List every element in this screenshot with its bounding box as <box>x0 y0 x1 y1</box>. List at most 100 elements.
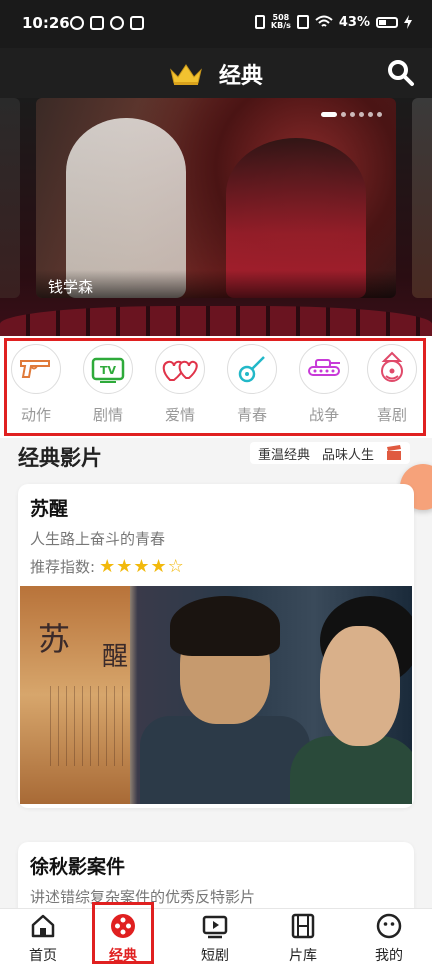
vibrate-icon <box>254 15 265 29</box>
nav-library[interactable]: 片库 <box>268 913 338 964</box>
nav-highlight-box <box>92 902 154 964</box>
star-filled-icon: ★ <box>116 555 133 577</box>
movie-title: 苏醒 <box>30 498 69 520</box>
category-row: 动作 TV 剧情 爱情 青春 战争 喜剧 <box>0 336 432 438</box>
banner-slide[interactable]: 钱学森 <box>36 98 396 298</box>
net-speed-unit: KB/s <box>270 21 291 30</box>
nav-home[interactable]: 首页 <box>8 913 78 964</box>
nav-label: 首页 <box>29 948 57 964</box>
status-bar: 10:26 508 KB/s 43% <box>0 0 432 48</box>
poster-figure-face <box>320 626 400 746</box>
category-comedy[interactable]: 喜剧 <box>362 344 422 425</box>
category-action[interactable]: 动作 <box>6 344 66 425</box>
poster-figure-body <box>140 716 310 804</box>
page-title: 经典 <box>218 64 263 89</box>
category-romance[interactable]: 爱情 <box>150 344 210 425</box>
movie-title: 徐秋影案件 <box>30 856 126 878</box>
wifi-icon <box>315 15 333 27</box>
star-filled-icon: ★ <box>99 555 116 577</box>
carousel-dot <box>321 112 337 117</box>
banner-carousel[interactable]: 钱学森 <box>0 98 432 336</box>
star-filled-icon: ★ <box>150 555 167 577</box>
video-icon <box>130 16 144 30</box>
banner-caption: 钱学森 <box>36 270 396 298</box>
category-icon-circle <box>11 344 61 394</box>
banner-next-slide[interactable] <box>412 98 432 298</box>
movie-subtitle: 人生路上奋斗的青春 <box>30 530 166 548</box>
sim-icon <box>296 15 309 29</box>
battery-icon <box>376 16 398 28</box>
category-label: 青春 <box>236 406 267 424</box>
carousel-dot <box>350 112 355 117</box>
category-label: 喜剧 <box>376 406 407 424</box>
bottom-navigation: 首页 经典 短剧 片库 我的 <box>0 908 432 964</box>
category-icon-circle: TV <box>83 344 133 394</box>
category-drama[interactable]: TV 剧情 <box>78 344 138 425</box>
home-icon <box>31 914 55 938</box>
section-tag: 品味人生 <box>321 447 374 463</box>
gun-icon <box>20 360 50 378</box>
category-label: 剧情 <box>92 406 123 424</box>
poster-figure-body <box>290 736 412 804</box>
category-label: 爱情 <box>164 406 195 424</box>
category-war[interactable]: 战争 <box>294 344 354 425</box>
app-notification-icon <box>90 16 104 30</box>
category-icon-circle <box>227 344 277 394</box>
charging-icon <box>404 15 412 29</box>
filmstrip-icon <box>291 913 315 939</box>
tank-icon <box>308 359 340 376</box>
carousel-dot <box>359 112 364 117</box>
category-icon-circle <box>367 344 417 394</box>
movie-rating: 推荐指数: ★ ★ ★ ★ ☆ <box>30 556 184 577</box>
battery-percent: 43% <box>338 14 370 30</box>
poster-text-decoration <box>50 686 130 766</box>
tiktok-icon <box>70 16 84 30</box>
section-tags: 重温经典 品味人生 <box>249 442 410 464</box>
status-time: 10:26 <box>22 14 70 32</box>
svg-text:TV: TV <box>100 364 117 377</box>
net-speed: 508 KB/s <box>271 14 291 30</box>
poster-title-char: 苏 <box>38 620 71 658</box>
crown-icon <box>170 64 203 85</box>
nav-profile[interactable]: 我的 <box>354 913 424 964</box>
link-icon <box>110 16 124 30</box>
category-icon-circle <box>155 344 205 394</box>
carousel-dot <box>341 112 346 117</box>
nav-label: 短剧 <box>201 948 229 964</box>
hearts-icon <box>162 360 198 381</box>
category-label: 动作 <box>20 406 51 424</box>
star-filled-icon: ★ <box>133 555 150 577</box>
tv-icon: TV <box>91 357 125 383</box>
notification-icons <box>70 16 144 30</box>
star-empty-icon: ☆ <box>167 555 184 577</box>
play-icon <box>202 915 228 939</box>
category-icon-circle <box>299 344 349 394</box>
clown-icon <box>381 351 403 382</box>
poster-title-char: 醒 <box>102 642 129 672</box>
status-right: 508 KB/s 43% <box>254 14 412 30</box>
movie-card[interactable]: 苏醒 人生路上奋斗的青春 推荐指数: ★ ★ ★ ★ ☆ 苏 醒 <box>18 484 414 808</box>
section-title: 经典影片 <box>18 446 102 470</box>
header-title-group: 经典 <box>0 58 432 90</box>
nav-label: 片库 <box>289 948 317 964</box>
app-header: 经典 <box>0 48 432 98</box>
section-tag: 重温经典 <box>257 447 310 463</box>
movie-poster[interactable]: 苏 醒 <box>20 586 412 804</box>
profile-icon <box>376 913 402 939</box>
section-header: 经典影片 重温经典 品味人生 <box>0 438 432 482</box>
search-icon[interactable] <box>384 56 418 90</box>
carousel-dot <box>377 112 382 117</box>
rating-label: 推荐指数: <box>30 558 96 576</box>
rating-stars: ★ ★ ★ ★ ☆ <box>99 555 184 577</box>
nav-label: 我的 <box>375 948 403 964</box>
poster-figure-hair <box>170 596 280 656</box>
clapperboard-icon <box>387 445 401 460</box>
theater-seats-decoration <box>0 306 432 336</box>
category-label: 战争 <box>308 406 339 424</box>
carousel-dots <box>321 112 382 117</box>
category-youth[interactable]: 青春 <box>222 344 282 425</box>
banner-prev-slide[interactable] <box>0 98 20 298</box>
carousel-dot <box>368 112 373 117</box>
guitar-icon <box>238 356 265 383</box>
nav-short-drama[interactable]: 短剧 <box>180 913 250 964</box>
